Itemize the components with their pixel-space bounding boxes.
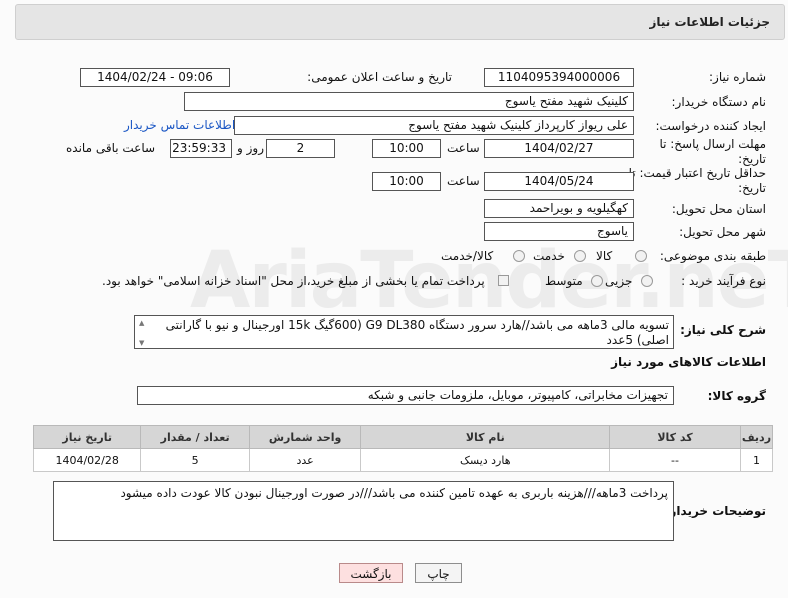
items-table: ردیف کد کالا نام کالا واحد شمارش تعداد /… — [32, 425, 774, 472]
reply-time-label: ساعت — [447, 141, 480, 155]
category-radio-goods[interactable] — [635, 250, 647, 262]
col-unit: واحد شمارش — [248, 425, 362, 449]
goods-group-label: گروه کالا: — [707, 389, 766, 403]
days-label: روز و — [237, 141, 264, 155]
province-field: کهگیلویه و بویراحمد — [484, 199, 634, 218]
category-label: طبقه بندی موضوعی: — [659, 249, 766, 263]
buyer-notes-label: توضیحات خریدار: — [664, 504, 766, 518]
cell-qty: 5 — [140, 448, 250, 472]
price-deadline-label: حداقل تاریخ اعتبار قیمت: تا تاریخ: — [628, 166, 766, 195]
col-code: کد کالا — [609, 425, 741, 449]
buyer-notes-box: پرداخت 3ماهه///هزینه باربری به عهده تامی… — [53, 481, 674, 541]
col-date: تاریخ نیاز — [32, 425, 142, 449]
back-button[interactable]: بازگشت — [339, 563, 403, 583]
remaining-time-field: 23:59:33 — [170, 139, 232, 158]
requester-label: ایجاد کننده درخواست: — [655, 119, 766, 133]
payment-checkbox[interactable] — [498, 275, 509, 286]
price-date-field: 1404/05/24 — [484, 172, 634, 191]
cell-unit: عدد — [248, 448, 362, 472]
col-row: ردیف — [739, 425, 774, 449]
print-button[interactable]: چاپ — [415, 563, 462, 583]
need-number-field: 1104095394000006 — [484, 68, 634, 87]
category-option-goods-service: کالا/خدمت — [441, 249, 494, 263]
contact-buyer-link[interactable]: اطلاعات تماس خریدار — [124, 118, 235, 132]
announce-field: 1404/02/24 - 09:06 — [80, 68, 230, 87]
cell-date: 1404/02/28 — [32, 448, 142, 472]
process-radio-medium[interactable] — [591, 275, 603, 287]
price-time-label: ساعت — [447, 174, 480, 188]
buyer-org-label: نام دستگاه خریدار: — [671, 95, 767, 109]
requester-field: علی ریواز کارپرداز کلینیک شهید مفتح یاسو… — [234, 116, 634, 135]
announce-label: تاریخ و ساعت اعلان عمومی: — [307, 70, 452, 84]
header-panel: جزئیات اطلاعات نیاز — [15, 4, 785, 40]
process-radio-minor[interactable] — [641, 275, 653, 287]
city-field: یاسوج — [484, 222, 634, 241]
payment-text: پرداخت تمام یا بخشی از مبلغ خرید،از محل … — [102, 274, 485, 288]
process-option-medium: متوسط — [545, 274, 583, 288]
category-option-service: خدمت — [533, 249, 565, 263]
process-option-minor: جزیی — [605, 274, 633, 288]
cell-code: -- — [609, 448, 741, 472]
table-row: 1 -- هارد دیسک عدد 5 1404/02/28 — [32, 448, 774, 472]
items-table-header: ردیف کد کالا نام کالا واحد شمارش تعداد /… — [32, 425, 774, 449]
col-name: نام کالا — [360, 425, 611, 449]
remaining-label: ساعت باقی مانده — [66, 141, 156, 155]
reply-deadline-label: مهلت ارسال پاسخ: تا تاریخ: — [659, 137, 766, 166]
category-option-goods: کالا — [596, 249, 613, 263]
province-label: استان محل تحویل: — [671, 202, 766, 216]
cell-row: 1 — [739, 448, 774, 472]
goods-section-title: اطلاعات کالاهای مورد نیاز — [611, 355, 766, 369]
cell-name: هارد دیسک — [360, 448, 611, 472]
scroll-arrows-icon[interactable]: ▲ ▼ — [139, 318, 149, 347]
description-label: شرح کلی نیاز: — [680, 323, 766, 337]
buyer-org-field: کلینیک شهید مفتح یاسوج — [184, 92, 634, 111]
category-radio-goods-service[interactable] — [513, 250, 525, 262]
reply-time-field: 10:00 — [372, 139, 441, 158]
description-text: تسویه مالی 3ماهه می باشد//هارد سرور دستگ… — [165, 318, 669, 347]
category-radio-service[interactable] — [574, 250, 586, 262]
need-number-label: شماره نیاز: — [709, 70, 766, 84]
goods-group-field: تجهیزات مخابراتی، کامپیوتر، موبایل، ملزو… — [137, 386, 674, 405]
days-field: 2 — [266, 139, 335, 158]
city-label: شهر محل تحویل: — [679, 225, 766, 239]
panel-title: جزئیات اطلاعات نیاز — [649, 15, 770, 29]
col-qty: تعداد / مقدار — [140, 425, 250, 449]
process-label: نوع فرآیند خرید : — [681, 274, 766, 288]
description-textarea[interactable]: ▲ ▼ تسویه مالی 3ماهه می باشد//هارد سرور د… — [134, 315, 674, 349]
price-time-field: 10:00 — [372, 172, 441, 191]
reply-date-field: 1404/02/27 — [484, 139, 634, 158]
buyer-notes-text: پرداخت 3ماهه///هزینه باربری به عهده تامی… — [120, 486, 668, 500]
